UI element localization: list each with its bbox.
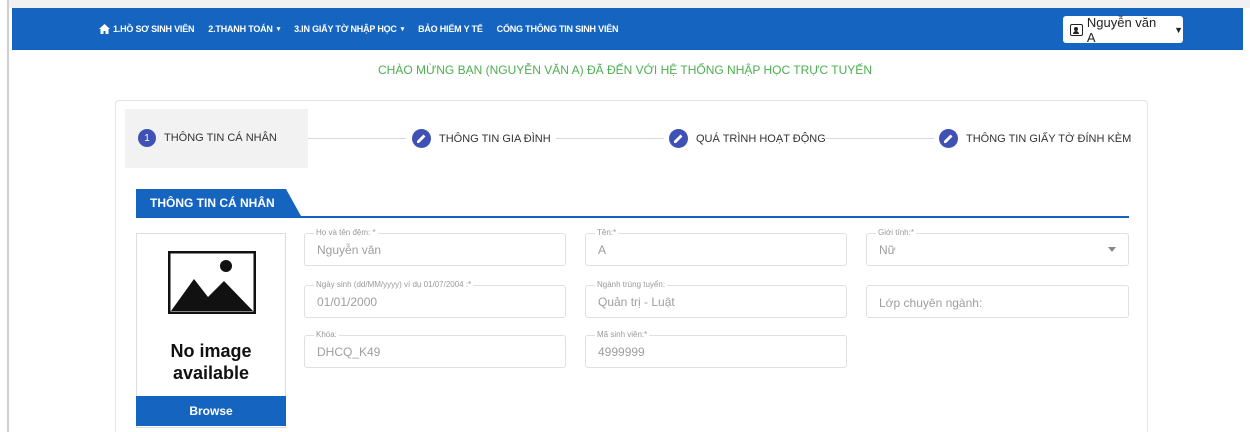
field-label: Tên:* — [595, 228, 619, 237]
section-title-tab: THÔNG TIN CÁ NHÂN — [136, 189, 301, 216]
lop-chuyen-nganh-field[interactable]: Lớp chuyên ngành: — [866, 285, 1129, 318]
field-label: Khóa: — [314, 330, 339, 339]
pencil-icon — [669, 129, 688, 148]
home-icon — [99, 24, 110, 34]
window-top-strip — [0, 0, 1250, 8]
field-value: Quản trị - Luật — [598, 295, 675, 309]
caret-down-icon: ▼ — [1174, 24, 1183, 35]
step-label: THÔNG TIN GIẤY TỜ ĐÍNH KÈM — [966, 132, 1132, 145]
step-giay-to-dinh-kem[interactable]: THÔNG TIN GIẤY TỜ ĐÍNH KÈM — [939, 129, 1131, 148]
nav-item-ho-so-sinh-vien[interactable]: 1.HỒ SƠ SINH VIÊN — [99, 24, 194, 34]
field-value: DHCQ_K49 — [317, 345, 381, 359]
no-image-line: No image — [170, 341, 252, 361]
pencil-icon — [939, 129, 958, 148]
nav-item-label: 1.HỒ SƠ SINH VIÊN — [113, 24, 195, 34]
dropdown-arrow-icon — [1108, 247, 1116, 252]
field-label: Ngành trúng tuyển: — [595, 280, 668, 289]
ngay-sinh-field[interactable]: Ngày sinh (dd/MM/yyyy) ví dụ 01/07/2004 … — [304, 280, 566, 318]
chevron-down-icon: ▾ — [400, 26, 405, 33]
gioi-tinh-select[interactable]: Giới tính:* Nữ — [866, 228, 1129, 266]
field-value: 01/01/2000 — [317, 295, 378, 309]
field-value: Nguyễn văn — [317, 243, 382, 257]
field-value: Nữ — [879, 243, 896, 257]
browse-button[interactable]: Browse — [136, 396, 286, 426]
stepper: 1 THÔNG TIN CÁ NHÂN THÔNG TIN GIA ĐÌNH Q… — [116, 101, 1147, 169]
nav-item-label: 3.IN GIẤY TỜ NHẬP HỌC — [294, 24, 397, 34]
step-label: THÔNG TIN CÁ NHÂN — [164, 132, 277, 144]
nav-item-thanh-toan[interactable]: 2.THANH TOÁN ▾ — [208, 24, 280, 34]
no-image-text: No image available — [137, 340, 285, 384]
field-value: A — [598, 243, 607, 257]
top-navbar: 1.HỒ SƠ SINH VIÊN 2.THANH TOÁN ▾ 3.IN GI… — [12, 8, 1243, 50]
field-label: Giới tính:* — [876, 228, 916, 237]
step-connector — [824, 138, 934, 139]
step-thong-tin-ca-nhan[interactable]: 1 THÔNG TIN CÁ NHÂN — [138, 129, 277, 147]
nav-item-bao-hiem-y-te[interactable]: BẢO HIỂM Y TẾ — [418, 24, 483, 34]
nav-item-in-giay-to[interactable]: 3.IN GIẤY TỜ NHẬP HỌC ▾ — [294, 24, 404, 34]
ten-field[interactable]: Tên:* A — [585, 228, 847, 266]
field-value: 4999999 — [598, 345, 645, 359]
step-connector — [556, 138, 664, 139]
welcome-message: CHÀO MỪNG BẠN (NGUYỄN VĂN A) ĐÃ ĐẾN VỚI … — [378, 63, 872, 77]
nav-menu: 1.HỒ SƠ SINH VIÊN 2.THANH TOÁN ▾ 3.IN GI… — [99, 24, 632, 34]
ma-sinh-vien-field[interactable]: Mã sinh viên:* 4999999 — [585, 330, 847, 368]
step-number-badge: 1 — [138, 129, 156, 147]
field-label: Mã sinh viên:* — [595, 330, 650, 339]
image-placeholder-icon — [168, 251, 256, 314]
field-placeholder: Lớp chuyên ngành: — [879, 296, 983, 310]
step-connector — [308, 138, 406, 139]
user-menu-button[interactable]: Nguyễn văn A ▼ — [1063, 14, 1183, 45]
step-thong-tin-gia-dinh[interactable]: THÔNG TIN GIA ĐÌNH — [412, 129, 551, 148]
chevron-down-icon: ▾ — [276, 26, 281, 33]
no-image-line: available — [172, 363, 250, 383]
section-divider — [136, 216, 1129, 218]
field-label: Họ và tên đệm: * — [314, 228, 378, 237]
step-label: THÔNG TIN GIA ĐÌNH — [439, 132, 551, 145]
pencil-icon — [412, 129, 431, 148]
user-name: Nguyễn văn A — [1086, 14, 1157, 45]
ho-ten-dem-field[interactable]: Họ và tên đệm: * Nguyễn văn — [304, 228, 566, 266]
khoa-field[interactable]: Khóa: DHCQ_K49 — [304, 330, 566, 368]
nav-item-cong-thong-tin[interactable]: CỔNG THÔNG TIN SINH VIÊN — [497, 24, 619, 34]
nav-item-label: 2.THANH TOÁN — [208, 24, 273, 34]
nganh-trung-tuyen-field[interactable]: Ngành trúng tuyển: Quản trị - Luật — [585, 280, 847, 318]
nav-item-label: CỔNG THÔNG TIN SINH VIÊN — [496, 24, 619, 34]
step-label: QUÁ TRÌNH HOẠT ĐỘNG — [696, 132, 826, 145]
user-card-icon — [1070, 23, 1083, 36]
registration-card: 1 THÔNG TIN CÁ NHÂN THÔNG TIN GIA ĐÌNH Q… — [115, 100, 1148, 432]
step-qua-trinh-hoat-dong[interactable]: QUÁ TRÌNH HOẠT ĐỘNG — [669, 129, 826, 148]
nav-item-label: BẢO HIỂM Y TẾ — [418, 24, 483, 34]
field-label: Ngày sinh (dd/MM/yyyy) ví dụ 01/07/2004 … — [314, 280, 474, 289]
